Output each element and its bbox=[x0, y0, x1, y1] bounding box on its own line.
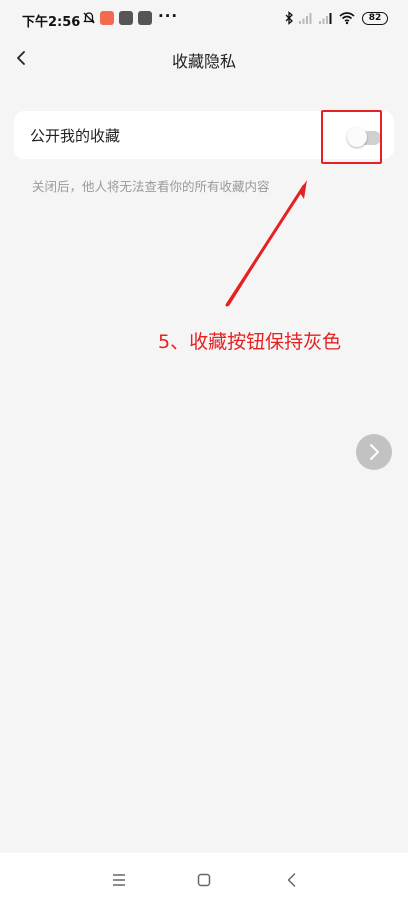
signal-icon bbox=[319, 13, 332, 24]
wifi-icon bbox=[339, 12, 355, 25]
header: 收藏隐私 bbox=[0, 38, 408, 78]
app-notification-icon bbox=[119, 11, 133, 25]
app-notification-icon bbox=[100, 11, 114, 25]
status-time: 下午2:56 bbox=[22, 15, 81, 30]
app-notification-icon bbox=[138, 11, 152, 25]
signal-icon bbox=[299, 13, 312, 24]
menu-icon[interactable] bbox=[108, 869, 130, 891]
bluetooth-icon bbox=[285, 11, 293, 25]
more-notifications-icon: ··· bbox=[158, 7, 179, 25]
status-bar: 下午2:56 ··· 82 bbox=[0, 0, 408, 38]
chevron-right-icon bbox=[370, 444, 379, 460]
next-button[interactable] bbox=[356, 434, 392, 470]
mute-bell-icon bbox=[83, 12, 95, 24]
home-square-icon[interactable] bbox=[193, 869, 215, 891]
setting-label: 公开我的收藏 bbox=[30, 127, 121, 145]
highlight-box bbox=[321, 110, 382, 164]
back-icon[interactable] bbox=[281, 869, 303, 891]
setting-hint: 关闭后，他人将无法查看你的所有收藏内容 bbox=[32, 179, 270, 194]
system-nav-bar bbox=[0, 853, 408, 907]
annotation-text: 5、收藏按钮保持灰色 bbox=[158, 331, 342, 353]
battery-icon: 82 bbox=[362, 12, 388, 25]
page-title: 收藏隐私 bbox=[171, 52, 236, 71]
